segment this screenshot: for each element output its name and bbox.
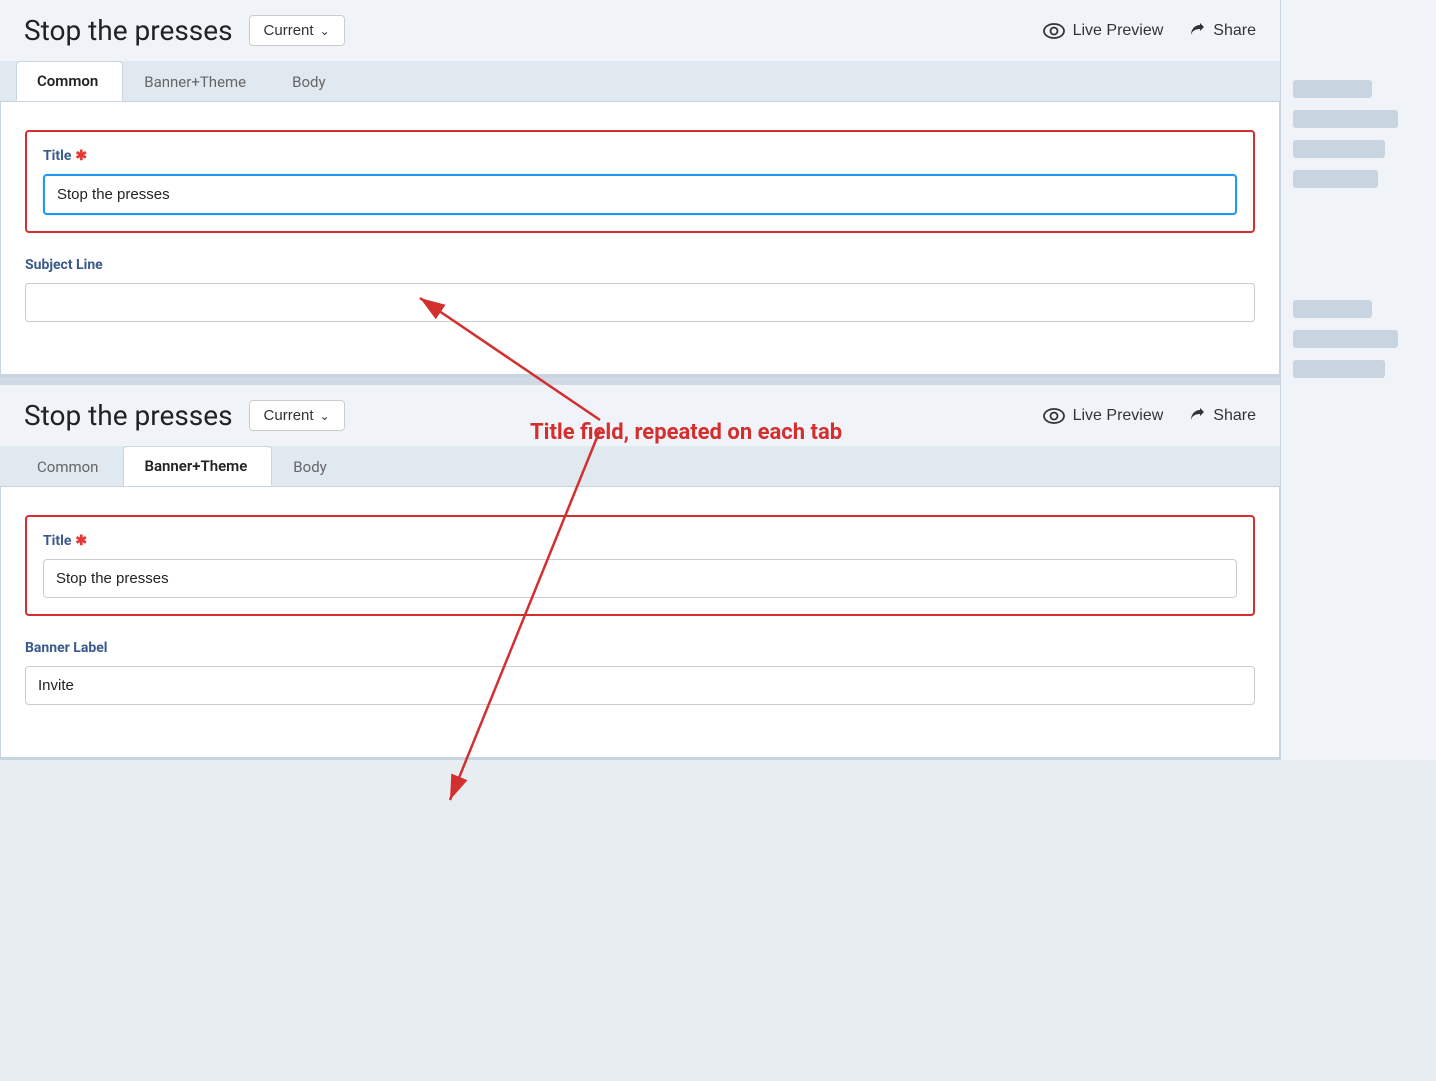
- top-live-preview-button[interactable]: Live Preview: [1043, 22, 1164, 40]
- top-panel: Stop the presses Current ⌄ Live Preview: [0, 0, 1280, 377]
- panels-divider: [0, 377, 1436, 385]
- bottom-title-red-box: Title ✱: [25, 515, 1255, 616]
- top-title-red-box: Title ✱: [25, 130, 1255, 233]
- top-chevron-icon: ⌄: [320, 24, 330, 38]
- top-tab-common[interactable]: Common: [16, 61, 123, 101]
- top-share-icon: [1187, 22, 1205, 40]
- bottom-title-input[interactable]: [43, 559, 1237, 598]
- top-sidebar-item-4: [1293, 170, 1378, 188]
- top-header-right: Live Preview Share: [1043, 22, 1256, 40]
- bottom-tabs: Common Banner+Theme Body: [0, 446, 1280, 486]
- bottom-panel: Stop the presses Current ⌄ Live Preview: [0, 385, 1280, 760]
- top-panel-header: Stop the presses Current ⌄ Live Preview: [0, 0, 1280, 61]
- bottom-share-icon: [1187, 407, 1205, 425]
- bottom-sidebar-item-1: [1293, 300, 1372, 318]
- top-panel-content: Title ✱ Subject Line: [0, 101, 1280, 375]
- top-subject-line-label: Subject Line: [25, 257, 1255, 273]
- bottom-sidebar-item-2: [1293, 330, 1398, 348]
- bottom-panel-header: Stop the presses Current ⌄ Live Preview: [0, 385, 1280, 446]
- top-panel-title: Stop the presses: [24, 14, 233, 47]
- top-tab-banner-theme[interactable]: Banner+Theme: [123, 62, 271, 101]
- bottom-tab-body[interactable]: Body: [272, 447, 351, 486]
- top-sidebar-item-3: [1293, 140, 1385, 158]
- bottom-right-sidebar: [1280, 220, 1436, 760]
- top-sidebar-item-1: [1293, 80, 1372, 98]
- top-share-button[interactable]: Share: [1187, 22, 1256, 40]
- top-eye-icon: [1043, 23, 1065, 39]
- top-sidebar-item-2: [1293, 110, 1398, 128]
- bottom-tab-banner-theme[interactable]: Banner+Theme: [123, 446, 272, 486]
- bottom-version-label: Current: [264, 407, 314, 424]
- top-title-field-group: Title ✱: [43, 148, 1237, 215]
- top-title-input[interactable]: [43, 174, 1237, 215]
- top-tab-body[interactable]: Body: [271, 62, 350, 101]
- top-version-label: Current: [264, 22, 314, 39]
- bottom-title-field-group: Title ✱: [43, 533, 1237, 598]
- top-title-label: Title ✱: [43, 148, 1237, 164]
- bottom-banner-label-label: Banner Label: [25, 640, 1255, 656]
- top-subject-line-group: Subject Line: [25, 257, 1255, 322]
- bottom-title-label: Title ✱: [43, 533, 1237, 549]
- bottom-sidebar-item-3: [1293, 360, 1385, 378]
- bottom-version-dropdown[interactable]: Current ⌄: [249, 400, 345, 431]
- bottom-banner-label-input[interactable]: [25, 666, 1255, 705]
- bottom-banner-label-group: Banner Label: [25, 640, 1255, 705]
- top-share-label: Share: [1213, 22, 1256, 40]
- bottom-tab-common[interactable]: Common: [16, 447, 123, 486]
- bottom-share-button[interactable]: Share: [1187, 407, 1256, 425]
- bottom-title-required-star: ✱: [75, 533, 87, 549]
- top-live-preview-label: Live Preview: [1073, 22, 1164, 40]
- bottom-share-label: Share: [1213, 407, 1256, 425]
- top-subject-line-input[interactable]: [25, 283, 1255, 322]
- top-version-dropdown[interactable]: Current ⌄: [249, 15, 345, 46]
- bottom-eye-icon: [1043, 408, 1065, 424]
- bottom-panel-title: Stop the presses: [24, 399, 233, 432]
- bottom-panel-content: Title ✱ Banner Label: [0, 486, 1280, 758]
- bottom-live-preview-button[interactable]: Live Preview: [1043, 407, 1164, 425]
- bottom-header-right: Live Preview Share: [1043, 407, 1256, 425]
- top-tabs: Common Banner+Theme Body: [0, 61, 1280, 101]
- top-title-required-star: ✱: [75, 148, 87, 164]
- bottom-chevron-icon: ⌄: [320, 409, 330, 423]
- bottom-live-preview-label: Live Preview: [1073, 407, 1164, 425]
